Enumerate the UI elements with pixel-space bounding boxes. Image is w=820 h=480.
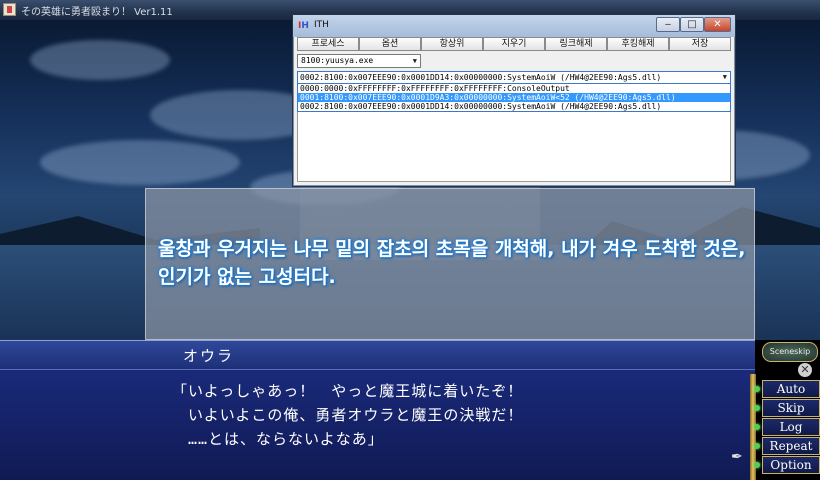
dialogue-box[interactable]: 「いよっしゃあっ！ やっと魔王城に着いたぞ！ いよいよこの俺、勇者オウラと魔王の… <box>0 369 755 480</box>
repeat-button[interactable]: Repeat <box>754 437 820 455</box>
dialogue-line-2: いよいよこの俺、勇者オウラと魔王の決戦だ！ <box>188 406 524 424</box>
chevron-down-icon: ▼ <box>412 57 417 65</box>
maximize-button[interactable]: □ <box>680 17 704 32</box>
process-dropdown[interactable]: 8100:yuusya.exe ▼ <box>297 54 421 68</box>
app-icon <box>3 3 16 16</box>
narration-panel: 울창과 우거지는 나무 밑의 잡초의 초목을 개척해, 내가 겨우 도착한 것은… <box>145 188 755 340</box>
ith-toolbar: 프로세스 옵션 항상위 지우기 링크해제 후킹해제 저장 <box>297 37 731 51</box>
ith-window: IH ITH ‒ □ ✕ 프로세스 옵션 항상위 지우기 링크해제 후킹해제 저… <box>292 14 736 187</box>
chevron-down-icon: ▼ <box>722 73 727 81</box>
thread-option[interactable]: 0002:8100:0x007EEE90:0x0001DD14:0x000000… <box>298 102 730 111</box>
thread-dropdown[interactable]: 0002:8100:0x007EEE90:0x0001DD14:0x000000… <box>297 71 731 84</box>
close-icon[interactable]: ✕ <box>798 363 812 377</box>
save-button[interactable]: 저장 <box>669 37 731 51</box>
ith-logo-icon: IH <box>298 21 309 31</box>
dialogue-line-3: ……とは、ならないよなあ」 <box>188 430 384 448</box>
thread-value: 0002:8100:0x007EEE90:0x0001DD14:0x000000… <box>300 73 662 82</box>
skip-button[interactable]: Skip <box>754 399 820 417</box>
scene-skip-button[interactable]: Sceneskip <box>762 342 818 362</box>
unhook-button[interactable]: 후킹해제 <box>607 37 669 51</box>
auto-button[interactable]: Auto <box>754 380 820 398</box>
dialogue-line-1: 「いよっしゃあっ！ やっと魔王城に着いたぞ！ <box>172 382 524 400</box>
narration-text: 울창과 우거지는 나무 밑의 잡초의 초목을 개척해, 내가 겨우 도착한 것은… <box>158 238 746 288</box>
thread-option-selected[interactable]: 0001:8100:0x007EEE90:0x0001D9A3:0x000000… <box>298 93 730 102</box>
log-button[interactable]: Log <box>754 418 820 436</box>
speaker-name-bar: オウラ <box>0 340 755 370</box>
speaker-name: オウラ <box>183 347 235 365</box>
ith-title: ITH <box>314 20 329 30</box>
unlink-button[interactable]: 링크해제 <box>545 37 607 51</box>
close-button[interactable]: ✕ <box>704 17 731 32</box>
side-menu: Sceneskip ✕ Auto Skip Log Repeat Option <box>740 338 820 480</box>
process-button[interactable]: 프로세스 <box>297 37 359 51</box>
process-value: 8100:yuusya.exe <box>301 56 374 65</box>
option-button[interactable]: Option <box>754 456 820 474</box>
minimize-button[interactable]: ‒ <box>656 17 680 32</box>
window-title: その英雄に勇者殴まり！ Ver1.11 <box>21 7 173 18</box>
options-button[interactable]: 옵션 <box>359 37 421 51</box>
always-on-top-button[interactable]: 항상위 <box>421 37 483 51</box>
thread-dropdown-list: 0000:0000:0xFFFFFFFF:0xFFFFFFFF:0xFFFFFF… <box>297 84 731 112</box>
clear-button[interactable]: 지우기 <box>483 37 545 51</box>
thread-option[interactable]: 0000:0000:0xFFFFFFFF:0xFFFFFFFF:0xFFFFFF… <box>298 84 730 93</box>
text-output-area[interactable] <box>297 112 731 182</box>
ith-titlebar[interactable]: IH ITH ‒ □ ✕ <box>293 15 735 37</box>
